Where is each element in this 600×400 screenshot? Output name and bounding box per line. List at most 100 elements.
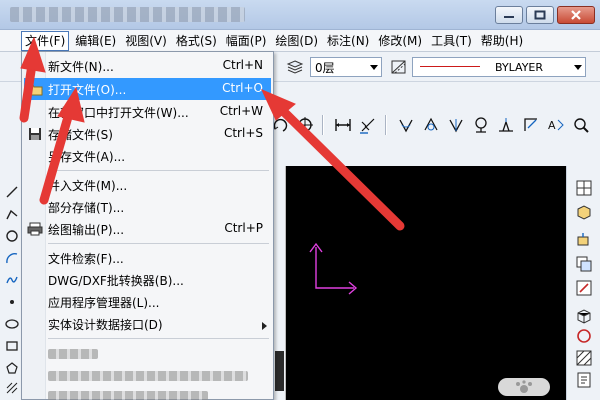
recent-file-1[interactable] [24, 343, 271, 365]
scrollbar-thumb[interactable] [275, 351, 284, 391]
menu-item-shortcut: Ctrl+P [224, 221, 263, 235]
maximize-button[interactable] [526, 6, 554, 24]
file-menu-dropdown: 新文件(N)... Ctrl+N 打开文件(O)... Ctrl+O 在新窗口中… [21, 51, 274, 400]
menu-item-shortcut: Ctrl+O [222, 81, 263, 95]
menu-modify[interactable]: 修改(M) [375, 31, 425, 51]
tool-circle-center[interactable] [293, 114, 316, 136]
menu-item-label: 在新窗口中打开文件(W)... [48, 106, 189, 120]
menu-item-merge-file[interactable]: 并入文件(M)... [24, 174, 271, 196]
menu-item-new-file[interactable]: 新文件(N)... Ctrl+N [24, 55, 271, 77]
menu-tools[interactable]: 工具(T) [428, 31, 475, 51]
linetype-select[interactable]: BYLAYER [412, 57, 586, 77]
linear-dimension-icon [334, 119, 351, 131]
palette-tool-9[interactable] [574, 370, 594, 390]
palette-tool-2[interactable] [574, 202, 594, 222]
hatch-icon [6, 382, 18, 394]
sheet-icon [577, 372, 591, 388]
menu-sheet[interactable]: 幅面(P) [223, 31, 270, 51]
polygon-tool[interactable] [4, 360, 20, 376]
tool-text[interactable]: A [544, 114, 567, 136]
box-icon [577, 205, 591, 220]
menu-item-open-file[interactable]: 打开文件(O)... Ctrl+O [24, 78, 271, 100]
polygon-icon [6, 362, 18, 374]
circle-tool[interactable] [4, 228, 20, 244]
menu-draw[interactable]: 绘图(D) [272, 31, 321, 51]
palette-tool-4[interactable] [574, 254, 594, 274]
arc-tool[interactable] [4, 250, 20, 266]
menu-item-shortcut: Ctrl+S [223, 126, 263, 140]
menu-item-label: 实体设计数据接口(D) [48, 318, 163, 332]
rect-tool[interactable] [4, 338, 20, 354]
menu-item-solid-interface[interactable]: 实体设计数据接口(D) [24, 313, 271, 335]
menu-item-label: 另存文件(A)... [48, 150, 126, 164]
menu-separator [48, 243, 269, 244]
minimize-icon [504, 16, 514, 18]
menu-help[interactable]: 帮助(H) [478, 31, 526, 51]
palette-tool-1[interactable] [574, 178, 594, 198]
palette-tool-7[interactable] [574, 326, 594, 346]
tool-angle-dim[interactable] [394, 114, 417, 136]
layer-select[interactable]: 0层 [310, 57, 382, 77]
minimize-button[interactable] [495, 6, 523, 24]
menu-item-shortcut: Ctrl+W [219, 104, 263, 118]
menu-item-open-new-window[interactable]: 在新窗口中打开文件(W)... Ctrl+W [24, 101, 271, 123]
menu-view[interactable]: 视图(V) [122, 31, 170, 51]
menu-item-label: 部分存储(T)... [48, 201, 125, 215]
palette-tool-3[interactable] [574, 230, 594, 250]
menu-format[interactable]: 格式(S) [173, 31, 220, 51]
linetype-button[interactable] [388, 56, 410, 78]
datum-icon [474, 117, 487, 133]
drawing-canvas[interactable] [270, 166, 566, 400]
tool-arc-dim[interactable] [419, 114, 442, 136]
hatch-tool[interactable] [4, 380, 20, 396]
menu-item-label: 文件检索(F)... [48, 252, 124, 266]
palette-tool-8[interactable] [574, 348, 594, 368]
tool-leader[interactable] [519, 114, 542, 136]
center-mark-icon [296, 117, 313, 133]
menu-item-label: 应用程序管理器(L)... [48, 296, 160, 310]
menu-dimension[interactable]: 标注(N) [324, 31, 372, 51]
menu-file[interactable]: 文件(F) [21, 30, 70, 51]
palette-tool-5[interactable] [574, 278, 594, 298]
layer-manager-button[interactable] [284, 56, 306, 78]
toolbar-separator [385, 115, 387, 135]
menu-item-label: 打开文件(O)... [48, 83, 127, 97]
hatch-block-icon [576, 350, 592, 366]
left-tool-strip [0, 166, 22, 400]
watermark-logo [498, 378, 550, 396]
menu-item-file-search[interactable]: 文件检索(F)... [24, 247, 271, 269]
palette-tool-6[interactable] [574, 306, 594, 326]
linetype-icon [391, 60, 406, 74]
maximize-icon [534, 10, 546, 20]
recent-file-obscured [48, 391, 208, 400]
tool-aligned-dim[interactable] [356, 114, 379, 136]
menu-item-plot[interactable]: 绘图输出(P)... Ctrl+P [24, 218, 271, 240]
tool-roughness[interactable] [494, 114, 517, 136]
menu-item-partial-save[interactable]: 部分存储(T)... [24, 196, 271, 218]
tool-linear-dim[interactable] [331, 114, 354, 136]
polyline-icon [6, 209, 18, 220]
tool-radial-dim[interactable] [444, 114, 467, 136]
close-button[interactable] [557, 6, 595, 24]
polyline-tool[interactable] [4, 206, 20, 222]
menu-item-batch-converter[interactable]: DWG/DXF批转换器(B)... [24, 269, 271, 291]
vertical-scrollbar[interactable] [272, 166, 286, 400]
menu-item-save-as[interactable]: 另存文件(A)... [24, 145, 271, 167]
recent-file-obscured [48, 371, 248, 381]
arc-icon [6, 253, 18, 264]
ellipse-tool[interactable] [4, 316, 20, 332]
layer-value: 0层 [315, 60, 335, 75]
submenu-arrow-icon [262, 319, 267, 333]
ucs-axis-icon [309, 242, 358, 295]
menu-edit[interactable]: 编辑(E) [72, 31, 119, 51]
recent-file-3[interactable] [24, 385, 271, 400]
point-tool[interactable] [4, 294, 20, 310]
menu-item-app-manager[interactable]: 应用程序管理器(L)... [24, 291, 271, 313]
line-tool[interactable] [4, 184, 20, 200]
menu-item-save[interactable]: 存储文件(S) Ctrl+S [24, 123, 271, 145]
tool-zoom[interactable] [569, 114, 592, 136]
title-bar [0, 0, 600, 30]
tool-datum[interactable] [469, 114, 492, 136]
recent-file-2[interactable] [24, 365, 271, 387]
spline-tool[interactable] [4, 272, 20, 288]
